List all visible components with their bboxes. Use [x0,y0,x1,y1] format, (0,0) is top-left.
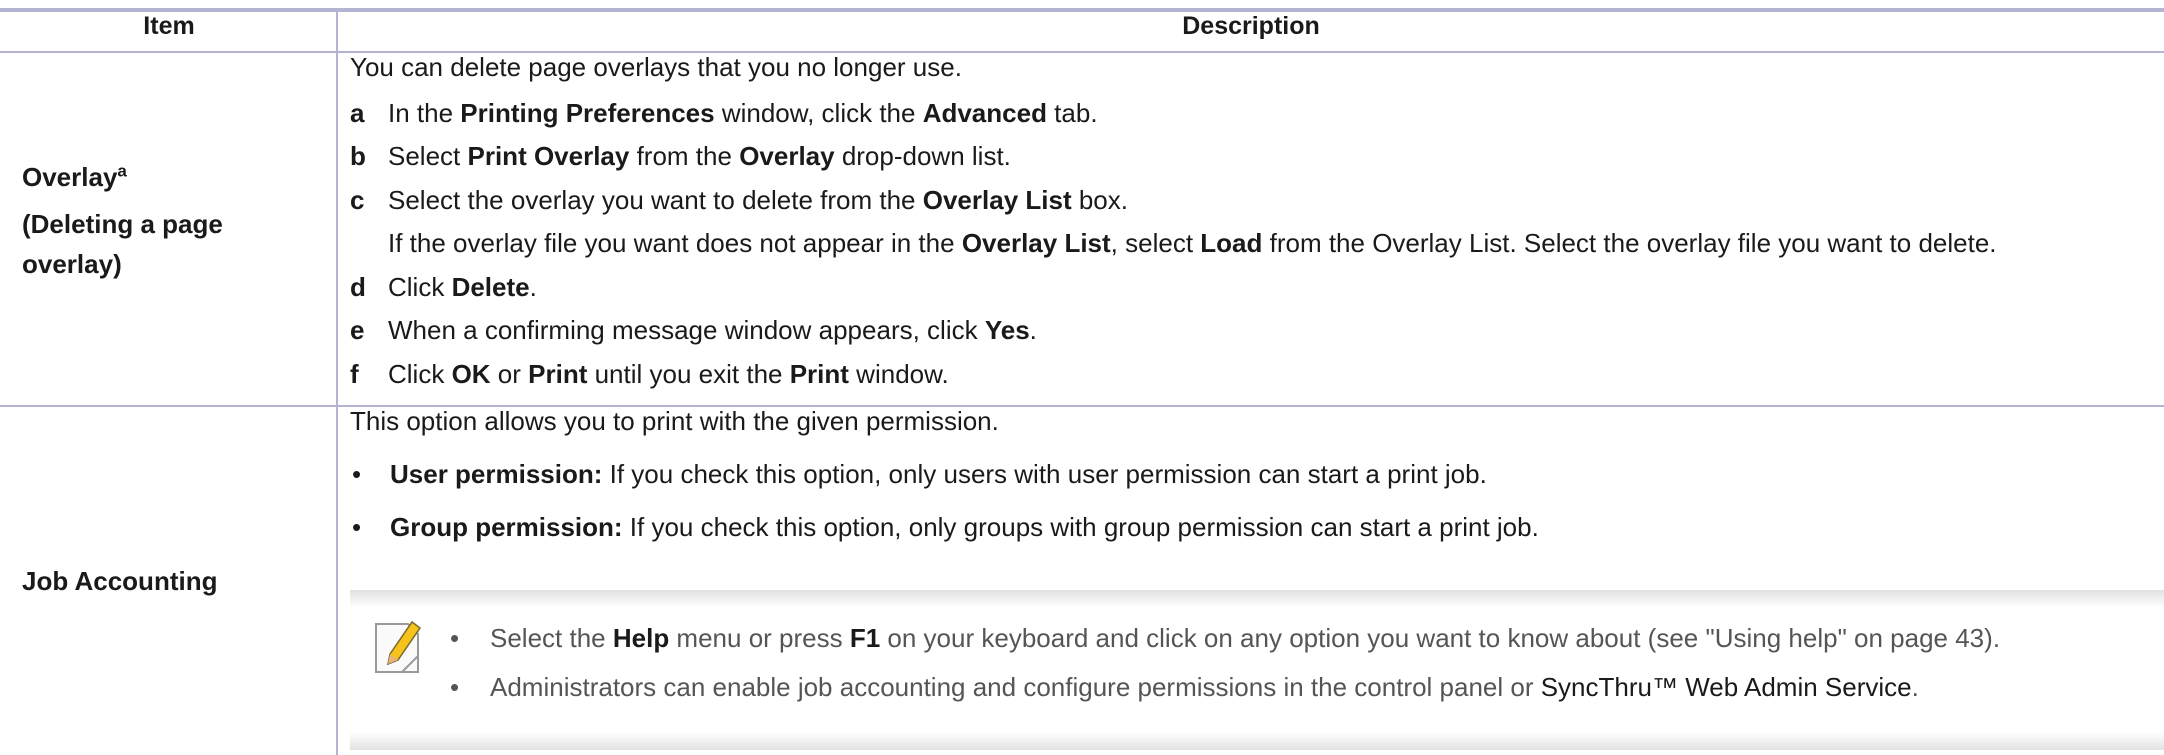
step-c-detail: If the overlay file you want does not ap… [388,228,1997,258]
header-description: Description [1182,12,1320,40]
item-job-accounting: Job Accounting [22,566,218,596]
step-f: f Click OK or Print until you exit the Pr… [350,359,949,389]
using-help-link[interactable]: "Using help" on page 43 [1705,623,1984,653]
bullet-group-permission: • Group permission: If you check this opt… [352,512,1539,542]
column-divider [336,12,338,755]
item-overlay-title: Overlay [22,162,118,192]
job-intro: This option allows you to print with the… [350,406,999,436]
overlay-intro: You can delete page overlays that you no… [350,52,962,82]
step-c: c Select the overlay you want to delete f… [350,185,1128,215]
step-e: e When a confirming message window appear… [350,315,1037,345]
header-item: Item [143,12,195,40]
step-a: a In the Printing Preferences window, cli… [350,98,1098,128]
item-overlay-subtitle: (Deleting a page overlay) [22,209,223,279]
bullet-user-permission: • User permission: If you check this opti… [352,459,1487,489]
footnote-marker: a [117,161,127,181]
item-overlay: Overlaya (Deleting a page overlay) [22,154,282,284]
row-divider [0,405,2164,407]
note-box [350,590,2164,750]
step-d: d Click Delete. [350,272,537,302]
note-line-admin: • Administrators can enable job accountin… [450,672,1919,702]
note-line-help: • Select the Help menu or press F1 on you… [450,623,2001,653]
note-pencil-icon [375,620,422,673]
step-b: b Select Print Overlay from the Overlay d… [350,141,1011,171]
header-rule [0,51,2164,53]
